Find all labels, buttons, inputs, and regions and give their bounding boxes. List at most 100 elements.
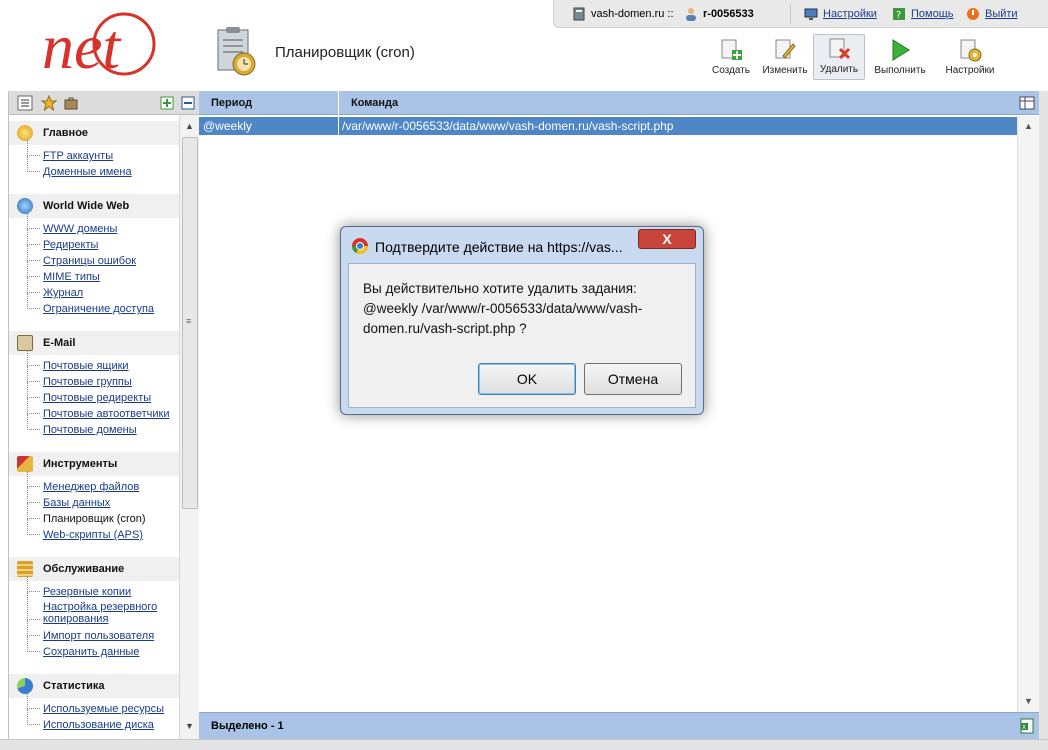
help-link-wrap[interactable]: ? Помощь <box>892 7 954 21</box>
delete-label: Удалить <box>819 64 859 75</box>
dialog-title: Подтвердите действие на https://vas... <box>375 239 623 255</box>
table-row[interactable]: @weekly /var/www/r-0056533/data/www/vash… <box>199 117 1017 135</box>
logout-link-wrap[interactable]: Выйти <box>966 7 1018 21</box>
logout-link[interactable]: Выйти <box>985 8 1018 20</box>
section-title: Инструменты <box>43 458 118 470</box>
ok-button[interactable]: OK <box>478 363 576 395</box>
help-icon: ? <box>893 8 905 21</box>
sidebar-item-redirects[interactable]: Редиректы <box>23 229 179 253</box>
section-title: E-Mail <box>43 337 76 349</box>
scroll-up-arrow[interactable]: ▲ <box>1024 121 1033 131</box>
toolbar: Создать Изменить Удалить Выполнить Настр… <box>705 34 1007 82</box>
sidebar-item-autoresponders[interactable]: Почтовые автоответчики <box>23 398 179 422</box>
grid-scrollbar[interactable]: ▲ ▼ <box>1017 116 1039 712</box>
sidebar-item-backups[interactable]: Резервные копии <box>23 576 179 600</box>
sidebar-item-save-data[interactable]: Сохранить данные <box>23 636 179 660</box>
list-view-icon[interactable] <box>17 95 33 111</box>
grip-icon: ≡ <box>186 316 192 326</box>
help-link[interactable]: Помощь <box>911 8 954 20</box>
sidebar-item-error-pages[interactable]: Страницы ошибок <box>23 245 179 269</box>
dialog-body: Вы действительно хотите удалить задания:… <box>348 263 696 408</box>
sidebar-item-log[interactable]: Журнал <box>23 277 179 301</box>
sidebar-item-web-scripts[interactable]: Web-скрипты (APS) <box>23 519 179 543</box>
sidebar-item-domains[interactable]: Доменные имена <box>23 156 179 180</box>
monitor-settings-icon <box>804 8 818 20</box>
main-section-icon <box>17 125 33 141</box>
settings-link-wrap[interactable]: Настройки <box>804 7 877 21</box>
sidebar-item-disk-usage[interactable]: Использование диска <box>23 709 179 733</box>
sidebar-item-mail-redirects[interactable]: Почтовые редиректы <box>23 382 179 406</box>
edit-label: Изменить <box>762 65 808 76</box>
column-period[interactable]: Период <box>211 97 252 109</box>
column-divider <box>338 91 339 115</box>
sidebar-item-resources[interactable]: Используемые ресурсы <box>23 693 179 717</box>
net-logo[interactable]: net <box>38 8 168 82</box>
scroll-down-arrow[interactable]: ▼ <box>185 721 194 731</box>
globe-icon <box>17 198 33 214</box>
section-main: Главное FTP аккаунты Доменные имена <box>9 121 179 188</box>
sidebar-item-mail-domains[interactable]: Почтовые домены <box>23 414 179 438</box>
confirm-dialog: Подтвердите действие на https://vas... X… <box>340 226 704 415</box>
toolbar-settings-button[interactable]: Настройки <box>935 34 1005 80</box>
section-title: Главное <box>43 127 89 139</box>
scroll-down-arrow[interactable]: ▼ <box>1024 696 1033 706</box>
delete-icon <box>829 38 851 60</box>
sidebar-item-mime[interactable]: MIME типы <box>23 261 179 285</box>
maintenance-icon <box>17 561 33 577</box>
section-title: Статистика <box>43 680 105 692</box>
sidebar-item-import-user[interactable]: Импорт пользователя <box>23 620 179 644</box>
page-title: Планировщик (cron) <box>275 44 415 61</box>
play-icon <box>892 39 910 61</box>
sidebar-item-mail-groups[interactable]: Почтовые группы <box>23 366 179 390</box>
scroll-up-arrow[interactable]: ▲ <box>185 121 194 131</box>
sidebar-item-cron[interactable]: Планировщик (cron) <box>23 503 179 527</box>
sidebar-item-access[interactable]: Ограничение доступа <box>23 293 179 317</box>
column-divider <box>338 117 339 135</box>
excel-export-icon[interactable]: X <box>1019 718 1035 734</box>
grid-footer: Выделено - 1 X <box>199 712 1039 739</box>
dialog-close-button[interactable]: X <box>638 229 696 249</box>
svg-text:?: ? <box>896 10 901 21</box>
column-settings-icon[interactable] <box>1019 95 1035 111</box>
section-title: World Wide Web <box>43 200 130 212</box>
expand-all-icon[interactable] <box>159 95 175 111</box>
briefcase-icon[interactable] <box>63 95 79 111</box>
header: net vash-domen.ru :: r-0056533 Настройки… <box>0 0 1048 90</box>
pie-chart-icon <box>17 678 33 694</box>
domain-info: vash-domen.ru :: <box>572 7 674 21</box>
power-icon <box>967 8 979 20</box>
section-stats: Статистика Используемые ресурсы Использо… <box>9 674 179 739</box>
create-icon <box>721 39 742 60</box>
create-button[interactable]: Создать <box>705 34 757 80</box>
sidebar-item-backup-settings[interactable]: Настройка резервного копирования <box>23 592 179 628</box>
scheduler-icon <box>217 27 256 76</box>
cancel-button[interactable]: Отмена <box>584 363 682 395</box>
user-label: r-0056533 <box>703 8 754 20</box>
edit-button[interactable]: Изменить <box>759 34 811 80</box>
create-label: Создать <box>711 65 750 76</box>
delete-button[interactable]: Удалить <box>813 34 865 80</box>
favorites-star-icon[interactable] <box>41 95 57 111</box>
sidebar-item-ftp[interactable]: FTP аккаунты <box>23 140 179 164</box>
sidebar-item-databases[interactable]: Базы данных <box>23 487 179 511</box>
top-user-bar: vash-domen.ru :: r-0056533 Настройки ? П… <box>553 0 1048 28</box>
section-www: World Wide Web WWW домены Редиректы Стра… <box>9 194 179 325</box>
grid-header: Период Команда <box>199 91 1039 115</box>
sidebar-scrollbar[interactable]: ▲ ≡ ▼ <box>179 115 199 739</box>
sidebar-item-file-manager[interactable]: Менеджер файлов <box>23 471 179 495</box>
column-command[interactable]: Команда <box>351 97 398 109</box>
user-info: r-0056533 <box>684 7 754 21</box>
settings-gear-icon <box>960 39 982 62</box>
chrome-icon <box>351 238 369 255</box>
settings-link[interactable]: Настройки <box>823 8 877 20</box>
mail-icon <box>17 335 33 351</box>
run-button[interactable]: Выполнить <box>867 34 933 80</box>
domain-label: vash-domen.ru :: <box>591 8 674 20</box>
collapse-all-icon[interactable] <box>180 95 196 111</box>
cell-command: /var/www/r-0056533/data/www/vash-domen.r… <box>342 119 674 133</box>
scrollbar-thumb[interactable]: ≡ <box>182 137 198 509</box>
sidebar-item-mailboxes[interactable]: Почтовые ящики <box>23 350 179 374</box>
selected-count: Выделено - 1 <box>211 720 284 732</box>
sidebar-item-www-domains[interactable]: WWW домены <box>23 213 179 237</box>
divider <box>790 4 791 24</box>
